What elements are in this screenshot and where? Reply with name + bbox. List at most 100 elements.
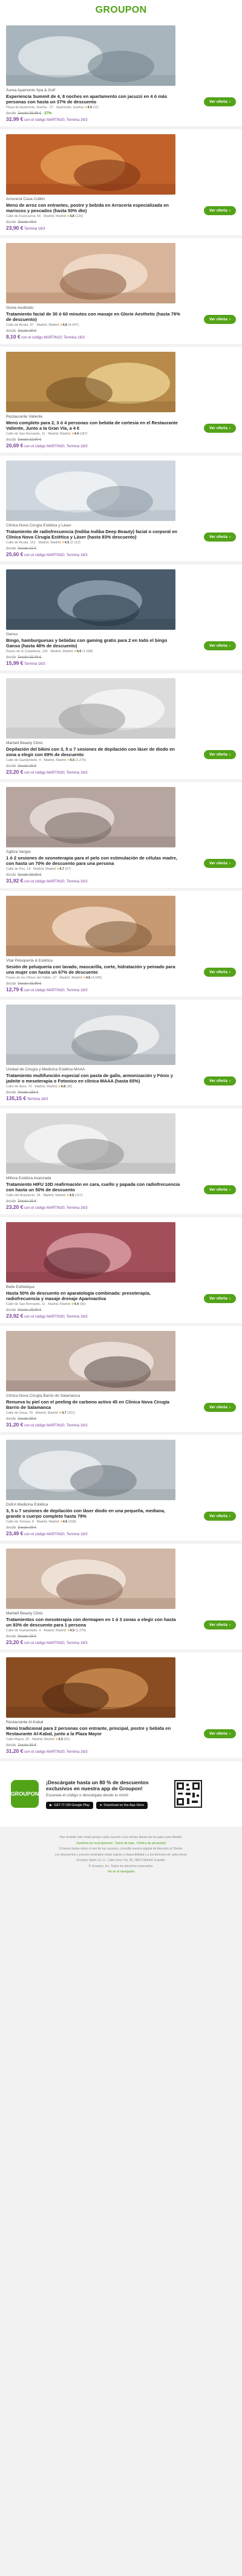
- deal-card[interactable]: Ganso Bingo, hamburguesas y bebidas con …: [0, 565, 242, 673]
- review-count: (127): [74, 1194, 83, 1197]
- view-deal-button[interactable]: Ver oferta ›: [203, 1403, 236, 1412]
- promo-price: 23,20 €: [6, 1204, 24, 1210]
- deal-image[interactable]: [6, 243, 175, 303]
- merchant-name: Restaurante Al-Kabal: [6, 1720, 44, 1724]
- deal-image[interactable]: [6, 1549, 175, 1609]
- play-icon: ▶: [50, 1803, 53, 1807]
- groupon-logo[interactable]: GROUPON: [96, 5, 147, 16]
- google-play-button[interactable]: ▶ GET IT ON Google Play: [46, 1801, 94, 1809]
- deal-title[interactable]: Sesión de peluquería con lavado, mascari…: [6, 964, 182, 975]
- deal-title[interactable]: Tratamiento multifunción especial con pa…: [6, 1073, 182, 1084]
- manage-subscriptions-link[interactable]: Gestiona tus suscripciones · Darse de ba…: [13, 1842, 229, 1846]
- qr-code[interactable]: [174, 1780, 202, 1808]
- original-price: Desde 39,98 €: [18, 112, 42, 115]
- chevron-right-icon: ›: [229, 861, 231, 866]
- price-row: desde Desde 39 €: [6, 1417, 182, 1422]
- deal-card[interactable]: Unidad de Cirugía y Medicina Estética MA…: [0, 1000, 242, 1108]
- deal-image[interactable]: [6, 896, 175, 956]
- view-deal-button[interactable]: Ver oferta ›: [203, 641, 236, 650]
- promo-row: 23,49 € con el código MARTIN20, Termina …: [6, 1531, 182, 1538]
- deal-title[interactable]: 3, 5 u 7 sesiones de depilación con láse…: [6, 1508, 182, 1519]
- deal-image[interactable]: [6, 25, 175, 86]
- deal-card[interactable]: Vital Peluquería & Estética Sesión de pe…: [0, 891, 242, 1000]
- deal-location: Paseo de la Castellana, 125 · Madrid, Ma…: [6, 650, 93, 653]
- deal-title[interactable]: Hasta 50% de descuento en aparatología c…: [6, 1290, 182, 1301]
- deal-image[interactable]: [6, 787, 175, 847]
- view-deal-button[interactable]: Ver oferta ›: [203, 97, 236, 106]
- deal-title[interactable]: Menú tradicional para 2 personas con ent…: [6, 1726, 182, 1736]
- deal-card[interactable]: Restaurante Valiente Menú completo para …: [0, 347, 242, 456]
- rating-value: 4.8: [60, 1085, 66, 1089]
- deal-image[interactable]: [6, 352, 175, 412]
- review-count: (2.112): [70, 541, 80, 545]
- deal-title[interactable]: 1 ó 2 sesiones de ozonoterapia para el p…: [6, 855, 182, 866]
- deal-title[interactable]: Experiencia Summit de 4, 8 noches en apa…: [6, 94, 182, 105]
- view-deal-button[interactable]: Ver oferta ›: [203, 968, 236, 977]
- view-deal-button[interactable]: Ver oferta ›: [203, 532, 236, 542]
- view-deal-button[interactable]: Ver oferta ›: [203, 206, 236, 215]
- deal-title[interactable]: Menú completo para 2, 3 ó 4 personas con…: [6, 420, 182, 431]
- deal-location: Calle de Tortosa, 8 · Madrid, Madrid ★4.…: [6, 1520, 76, 1524]
- deal-title[interactable]: Menú de arroz con entrantes, postre y be…: [6, 202, 182, 213]
- merchant-name: Vital Peluquería & Estética: [6, 959, 53, 963]
- deal-location: Calle de Gaztambide, 4 · Madrid, Madrid …: [6, 759, 87, 762]
- deal-card[interactable]: Millora Estética Avanzada Tratamiento HI…: [0, 1108, 242, 1217]
- deal-title[interactable]: Tratamiento de radiofrecuencia (Indiba I…: [6, 529, 182, 540]
- deal-card[interactable]: Belle Esthetique Hasta 50% de descuento …: [0, 1217, 242, 1326]
- view-deal-button[interactable]: Ver oferta ›: [203, 859, 236, 868]
- deal-card[interactable]: Agiliza Vargas 1 ó 2 sesiones de ozonote…: [0, 782, 242, 891]
- promo-code-text: con el código MARTIN20, Termina 16/3: [24, 1750, 88, 1754]
- price-row: desde Desde 39,90 €: [6, 873, 182, 878]
- deal-image[interactable]: [6, 1222, 175, 1283]
- header: GROUPON: [0, 0, 242, 21]
- rating-value: 4.4: [74, 1303, 79, 1306]
- deal-card[interactable]: Clínica Nova Cirugía Estética y Láser Tr…: [0, 456, 242, 565]
- promo-code-text: con el código MARTIN20, Termina 16/3: [24, 1533, 88, 1536]
- chevron-right-icon: ›: [229, 1732, 231, 1736]
- view-in-browser-link[interactable]: Ver en el navegador: [13, 1870, 229, 1875]
- view-deal-button[interactable]: Ver oferta ›: [203, 750, 236, 759]
- deal-image[interactable]: [6, 569, 175, 630]
- promo-code-text: Termina 16/3: [24, 227, 45, 231]
- deal-image[interactable]: [6, 678, 175, 739]
- view-deal-button[interactable]: Ver oferta ›: [203, 1185, 236, 1194]
- view-deal-button[interactable]: Ver oferta ›: [203, 1620, 236, 1629]
- view-deal-button[interactable]: Ver oferta ›: [203, 1729, 236, 1738]
- deal-image[interactable]: [6, 1331, 175, 1391]
- deal-image[interactable]: [6, 1657, 175, 1718]
- deal-image[interactable]: [6, 1440, 175, 1500]
- deal-card[interactable]: Clínica Nova Cirugía Barrio de Salamanca…: [0, 1326, 242, 1435]
- deal-title[interactable]: Tratamiento HIFU 10D reafirmación en car…: [6, 1182, 182, 1193]
- app-store-button[interactable]: ● Download on the App Store: [96, 1801, 148, 1809]
- deal-card[interactable]: Marbell Beauty Clinic Depilación del bik…: [0, 673, 242, 782]
- view-deal-button[interactable]: Ver oferta ›: [203, 315, 236, 324]
- price-row: desde Desde 32 €: [6, 546, 182, 551]
- view-deal-button[interactable]: Ver oferta ›: [203, 424, 236, 433]
- deal-image[interactable]: [6, 461, 175, 521]
- promo-code-text: con el código MARTIN20, Termina 16/3: [24, 445, 88, 448]
- deal-title[interactable]: Tratamiento facial de 30 ó 60 minutos co…: [6, 311, 182, 322]
- deal-title[interactable]: Renueva tu piel con el peeling de carbon…: [6, 1399, 182, 1410]
- promo-code-text: con el código MARTIN20, Termina 16/3: [24, 880, 88, 884]
- deal-image[interactable]: [6, 134, 175, 195]
- deal-title[interactable]: Tratamientos con mesoterapia con dermape…: [6, 1617, 182, 1628]
- merchant-name: DoKA Medicina Estética: [6, 1503, 48, 1507]
- deal-card[interactable]: Marbell Beauty Clinic Tratamientos con m…: [0, 1544, 242, 1652]
- view-deal-button[interactable]: Ver oferta ›: [203, 1294, 236, 1303]
- review-count: (35): [66, 1085, 73, 1089]
- deal-card[interactable]: DoKA Medicina Estética 3, 5 u 7 sesiones…: [0, 1435, 242, 1544]
- deal-title[interactable]: Bingo, hamburguesas y bebidas con gaming…: [6, 638, 182, 649]
- promo-row: 23,92 € con el código MARTIN20, Termina …: [6, 1313, 182, 1320]
- deal-image[interactable]: [6, 1113, 175, 1174]
- review-count: (1.276): [75, 1629, 87, 1633]
- deal-card[interactable]: Restaurante Al-Kabal Menú tradicional pa…: [0, 1652, 242, 1761]
- deal-image[interactable]: [6, 1005, 175, 1065]
- deal-title[interactable]: Depilación del bikini con 3, 5 u 7 sesio…: [6, 746, 182, 757]
- deal-location: Calle de Alcalá, 151 · Madrid, Madrid ★4…: [6, 541, 80, 545]
- deal-card[interactable]: Arrocería Casa Colibrí Menú de arroz con…: [0, 129, 242, 238]
- promo-code-text: Termina 16/3: [24, 662, 45, 666]
- view-deal-button[interactable]: Ver oferta ›: [203, 1076, 236, 1086]
- deal-card[interactable]: Glorie Aesthetic Tratamiento facial de 3…: [0, 238, 242, 347]
- view-deal-button[interactable]: Ver oferta ›: [203, 1512, 236, 1521]
- deal-card[interactable]: Áurea Ayamonte Spa & Golf Experiencia Su…: [0, 21, 242, 129]
